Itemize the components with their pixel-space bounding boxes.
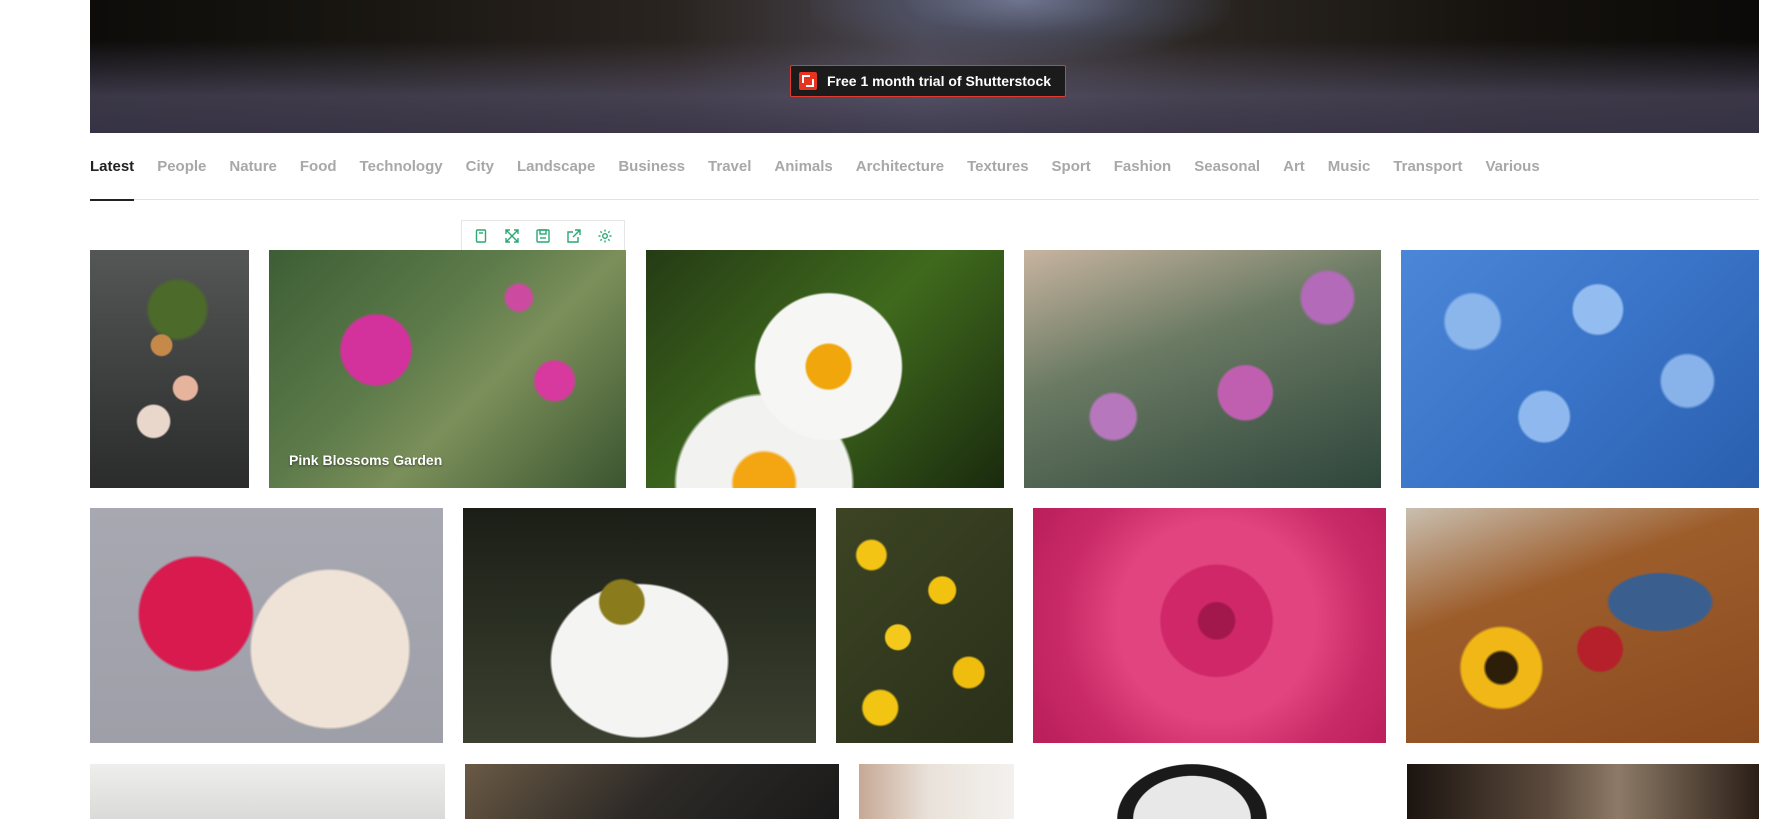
tab-textures[interactable]: Textures (967, 148, 1028, 200)
photo-caption: Pink Blossoms Garden (289, 452, 443, 468)
bookmark-icon[interactable] (470, 225, 492, 247)
photo-tile[interactable] (90, 764, 445, 819)
tab-food[interactable]: Food (300, 148, 337, 200)
settings-icon[interactable] (594, 225, 616, 247)
photo-tile[interactable] (1407, 764, 1759, 819)
tab-architecture[interactable]: Architecture (856, 148, 944, 200)
tab-nature[interactable]: Nature (229, 148, 277, 200)
tab-city[interactable]: City (466, 148, 494, 200)
photo-hover-toolbar (461, 220, 625, 251)
photo-tile[interactable] (465, 764, 839, 819)
tab-business[interactable]: Business (618, 148, 685, 200)
photo-tile[interactable] (646, 250, 1004, 488)
photo-tile[interactable] (1033, 508, 1386, 743)
photo-tile[interactable] (1406, 508, 1759, 743)
tab-latest[interactable]: Latest (90, 148, 135, 201)
tab-various[interactable]: Various (1485, 148, 1539, 200)
photo-tile[interactable] (90, 508, 443, 743)
shutterstock-promo-button[interactable]: Free 1 month trial of Shutterstock (790, 65, 1067, 97)
tab-landscape[interactable]: Landscape (517, 148, 595, 200)
shutterstock-logo-icon (799, 72, 817, 90)
photo-tile[interactable] (90, 250, 249, 488)
photo-tile[interactable] (859, 764, 1014, 819)
photo-tile[interactable] (836, 508, 1013, 743)
tab-travel[interactable]: Travel (708, 148, 751, 200)
tab-technology[interactable]: Technology (360, 148, 443, 200)
save-icon[interactable] (532, 225, 554, 247)
photo-tile[interactable] (463, 508, 816, 743)
tab-animals[interactable]: Animals (774, 148, 832, 200)
category-tabs: Latest People Nature Food Technology Cit… (90, 148, 1759, 201)
tab-transport[interactable]: Transport (1393, 148, 1462, 200)
photo-lamp-shape (1117, 764, 1267, 819)
photo-tile-hovered[interactable]: Pink Blossoms Garden (269, 250, 626, 488)
tab-sport[interactable]: Sport (1052, 148, 1091, 200)
tab-seasonal[interactable]: Seasonal (1194, 148, 1260, 200)
tab-music[interactable]: Music (1328, 148, 1371, 200)
promo-label: Free 1 month trial of Shutterstock (827, 73, 1052, 89)
expand-icon[interactable] (501, 225, 523, 247)
photo-tile[interactable] (1401, 250, 1759, 488)
photo-tile[interactable] (1024, 250, 1381, 488)
photo-tile[interactable] (1034, 764, 1386, 819)
tab-art[interactable]: Art (1283, 148, 1305, 200)
share-icon[interactable] (563, 225, 585, 247)
tab-people[interactable]: People (157, 148, 206, 200)
tab-fashion[interactable]: Fashion (1114, 148, 1172, 200)
